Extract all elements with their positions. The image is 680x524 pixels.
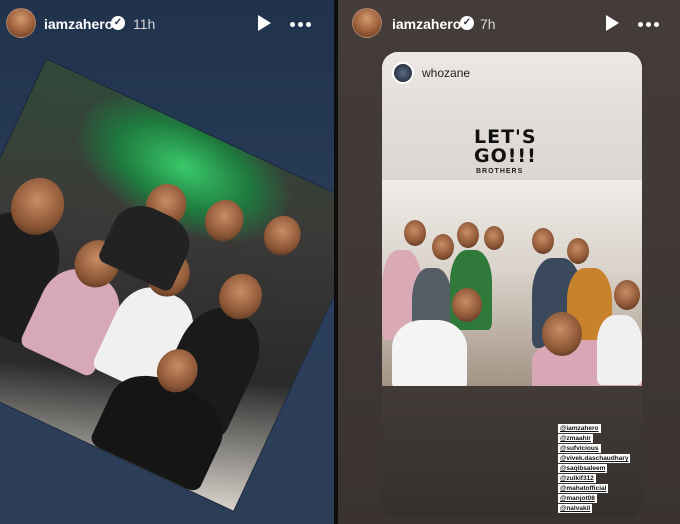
person-face [432, 234, 454, 260]
reshared-post-card[interactable]: whozane LET'S GO!!! BROTHERS @iamzahero [382, 52, 642, 518]
story-header: iamzahero ✓ 11h [0, 8, 334, 40]
profile-avatar[interactable] [352, 8, 382, 38]
group-photo [382, 180, 642, 386]
mention-tag[interactable]: @zulkif312 [558, 474, 596, 483]
mention-tag[interactable]: @vivek.daschaudhary [558, 454, 631, 463]
verified-badge-icon: ✓ [460, 16, 474, 30]
play-icon[interactable] [258, 15, 271, 31]
reshared-post-header: whozane [382, 52, 642, 92]
play-icon[interactable] [606, 15, 619, 31]
person-face [452, 288, 482, 322]
mention-tag[interactable]: @sufvicious [558, 444, 601, 453]
mention-tag[interactable]: @saqibsaleem [558, 464, 608, 473]
person-face [532, 228, 554, 254]
username[interactable]: iamzahero [392, 16, 461, 32]
reshared-post-username[interactable]: whozane [422, 66, 470, 80]
story-header: iamzahero ✓ 7h [338, 8, 680, 40]
post-time: 7h [480, 16, 496, 32]
subheadline-text: BROTHERS [476, 168, 524, 175]
mention-tag[interactable]: @nalvakil [558, 504, 593, 513]
person-face [404, 220, 426, 246]
person-face [457, 222, 479, 248]
profile-avatar[interactable] [6, 8, 36, 38]
mention-tag[interactable]: @mahatofficial [558, 484, 609, 493]
verified-badge-icon: ✓ [111, 16, 125, 30]
story-right[interactable]: iamzahero ✓ 7h whozane LET'S GO!!! BROTH… [338, 0, 680, 524]
more-options-icon[interactable] [638, 22, 660, 28]
story-left[interactable]: iamzahero ✓ 11h [0, 0, 334, 524]
reshared-post-avatar[interactable] [392, 62, 414, 84]
person [597, 315, 642, 385]
headline-text: LET'S GO!!! [474, 126, 537, 167]
mention-tag[interactable]: @zmaahir [558, 434, 593, 443]
mention-tag[interactable]: @manjot08 [558, 494, 597, 503]
mention-tag[interactable]: @iamzahero [558, 424, 601, 433]
person-face [567, 238, 589, 264]
story-photo [0, 59, 334, 511]
person-face [542, 312, 582, 356]
person-face [484, 226, 504, 250]
person-face [614, 280, 640, 310]
mention-list: @iamzahero @zmaahir @sufvicious @vivek.d… [558, 424, 638, 514]
username[interactable]: iamzahero [44, 16, 113, 32]
person [392, 320, 467, 386]
post-time: 11h [133, 16, 156, 32]
more-options-icon[interactable] [290, 22, 312, 28]
